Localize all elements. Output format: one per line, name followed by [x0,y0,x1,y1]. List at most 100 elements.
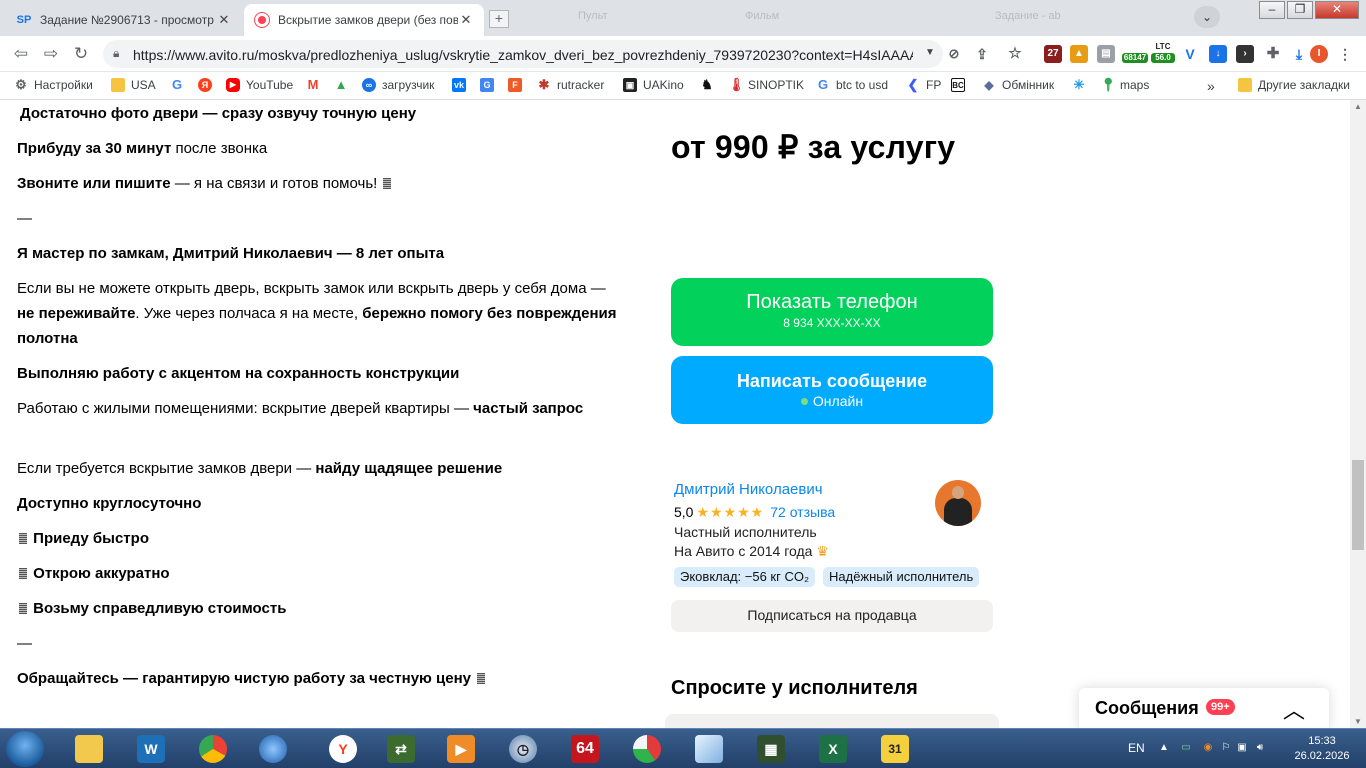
write-message-button[interactable]: Написать сообщение Онлайн [671,356,993,424]
ext-shield-icon[interactable]: ▲ [1070,45,1088,63]
bookmark-gmail[interactable]: M [306,78,326,92]
bookmark-star[interactable]: ✳ [1072,78,1092,92]
taskbar-64[interactable]: 64 [562,732,608,766]
emoji-placeholder-icon [19,603,27,614]
reload-icon[interactable]: ↻ [70,43,92,65]
address-bar[interactable]: 🔒︎ https://www.avito.ru/moskva/predlozhe… [103,40,943,68]
taskbar-chrome[interactable] [190,732,236,766]
bookmark-fp[interactable]: ❮ FP [906,78,942,93]
window-close-button[interactable]: ✕ [1315,1,1359,19]
dropdown-caret-icon[interactable]: ▼ [925,47,935,58]
profile-avatar-icon[interactable]: I [1310,45,1328,63]
forward-arrow-icon[interactable]: ⇨ [40,43,62,65]
bookmark-star-icon[interactable]: ☆ [1006,45,1024,63]
scroll-down-arrow-icon[interactable]: ▼ [1350,717,1366,726]
bookmark-bc[interactable]: BC [951,78,971,92]
bookmark-translate[interactable]: G [480,78,500,92]
extensions-puzzle-icon[interactable]: ✚ [1264,45,1282,63]
bookmark-usa[interactable]: USA [111,78,156,92]
more-bookmarks-chevron[interactable]: » [1207,78,1215,94]
bookmark-drive[interactable]: ▲ [334,78,354,92]
back-arrow-icon[interactable]: ⇦ [10,43,32,65]
ext-briefcase-icon[interactable]: ▤ [1097,45,1115,63]
tray-flag-icon[interactable]: ⚐ [1220,742,1232,754]
tab-search-chevron-icon[interactable]: ⌄ [1194,6,1220,28]
close-tab-icon[interactable]: ✕ [458,12,474,28]
taskbar-monitor[interactable]: ▦ [748,732,794,766]
close-tab-icon[interactable]: ✕ [216,12,232,28]
seller-avatar[interactable] [935,480,981,526]
bookmark-maps[interactable]: 📍︎ maps [1100,78,1149,93]
taskbar-excel[interactable]: X [810,732,856,766]
tab-task[interactable]: SP Задание №2906713 - просмотр з ✕ [6,4,242,36]
messages-widget[interactable]: Сообщения 99+ ︿ [1079,688,1329,728]
subscribe-seller-button[interactable]: Подписаться на продавца [671,600,993,632]
system-clock[interactable]: 15:33 26.02.2026 [1292,734,1352,764]
bookmark-youtube[interactable]: ▶ YouTube [226,78,293,92]
show-phone-button[interactable]: Показать телефон 8 934 XXX-XX-XX [671,278,993,346]
tray-network-icon[interactable]: ▣ [1236,742,1248,754]
bookmark-label: Настройки [34,78,93,92]
tray-expand-icon[interactable]: ▲ [1158,742,1170,754]
ext-v-icon[interactable]: V [1181,45,1199,63]
ext-download-icon[interactable]: ↓ [1209,45,1227,63]
taskbar-yandex[interactable]: Y [320,732,366,766]
seller-name-link[interactable]: Дмитрий Николаевич [674,481,823,498]
ext-arrow-icon[interactable]: › [1236,45,1254,63]
scroll-up-arrow-icon[interactable]: ▲ [1350,102,1366,111]
tray-volume-icon[interactable]: 🔊︎ [1254,742,1266,754]
taskbar-clock[interactable]: ◷ [500,732,546,766]
tray-rss-icon[interactable]: ◉ [1202,742,1214,754]
taskbar-docs[interactable] [686,732,732,766]
blocked-popup-icon[interactable]: ⊘ [945,45,963,63]
bookmark-btc-to-usd[interactable]: Gbtc to usd [816,78,888,93]
taskbar-media[interactable]: ▶ [438,732,484,766]
downloads-icon[interactable]: ⤓ [1290,45,1308,63]
bookmark-other[interactable]: Другие закладки [1238,78,1350,92]
taskbar-pie[interactable] [624,732,670,766]
taskbar-webroot[interactable]: W [128,732,174,766]
minimize-button[interactable]: – [1259,1,1285,19]
taskbar-winamp[interactable]: ⇄ [378,732,424,766]
taskbar-explorer[interactable] [66,732,112,766]
bookmark-rutracker[interactable]: ✱ rutracker [537,78,605,93]
share-icon[interactable]: ⇪ [973,45,991,63]
bookmark-settings[interactable]: ⚙ Настройки [14,78,93,93]
url-text[interactable]: https://www.avito.ru/moskva/predlozheniy… [133,47,913,63]
bookmark-sinoptik[interactable]: 🌡︎ SINOPTIK [728,78,804,93]
bookmark-exchanger[interactable]: ◆ Обмінник [982,78,1054,92]
ltc-price-badge[interactable]: 56.0 [1151,53,1175,63]
uakino-icon: ▣ [623,78,637,92]
bookmark-label: загрузчик [382,78,435,92]
ask-seller-box[interactable] [665,714,999,728]
reliable-seller-badge[interactable]: Надёжный исполнитель [823,567,980,587]
ext-badge-icon[interactable]: 27 [1044,45,1062,63]
tab-avito[interactable]: Вскрытие замков двери (без повр ✕ [244,4,484,36]
chevron-up-icon[interactable]: ︿ [1283,693,1305,725]
new-tab-button[interactable]: + [489,10,509,28]
bookmark-loader[interactable]: ∞ загрузчик [362,78,434,92]
taskbar-calendar[interactable]: 31 [872,732,918,766]
bookmark-google[interactable]: G [170,78,190,92]
chrome-menu-icon[interactable]: ⋮ [1336,45,1354,63]
rating-stars-icon: ★★★★★ [696,504,765,520]
desc-paragraph: Доступно круглосуточно [17,495,202,512]
keyboard-language[interactable]: EN [1128,741,1145,755]
bookmark-horse[interactable]: ♞ [700,78,720,92]
bookmark-label: FP [926,78,942,92]
bookmark-vk[interactable]: vk [452,78,472,92]
maximize-button[interactable]: ❐ [1287,1,1313,19]
reviews-link[interactable]: 72 отзыва [770,504,835,520]
tray-battery-icon[interactable]: ▭ [1180,742,1192,754]
start-button[interactable] [6,731,44,767]
eco-contribution-badge[interactable]: Эковклад: −56 кг CO₂ [674,567,816,587]
document-icon [695,735,723,763]
bookmark-yandex[interactable]: Я [198,78,218,92]
page-scrollbar[interactable]: ▲ ▼ [1350,100,1366,728]
btc-price-badge[interactable]: 68147 [1122,53,1148,63]
taskbar-network[interactable] [250,732,296,766]
emoji-placeholder-icon [19,533,27,544]
bookmark-uakino[interactable]: ▣ UAKino [623,78,684,92]
bookmark-f[interactable]: F [508,78,528,92]
scrollbar-thumb[interactable] [1352,460,1364,550]
